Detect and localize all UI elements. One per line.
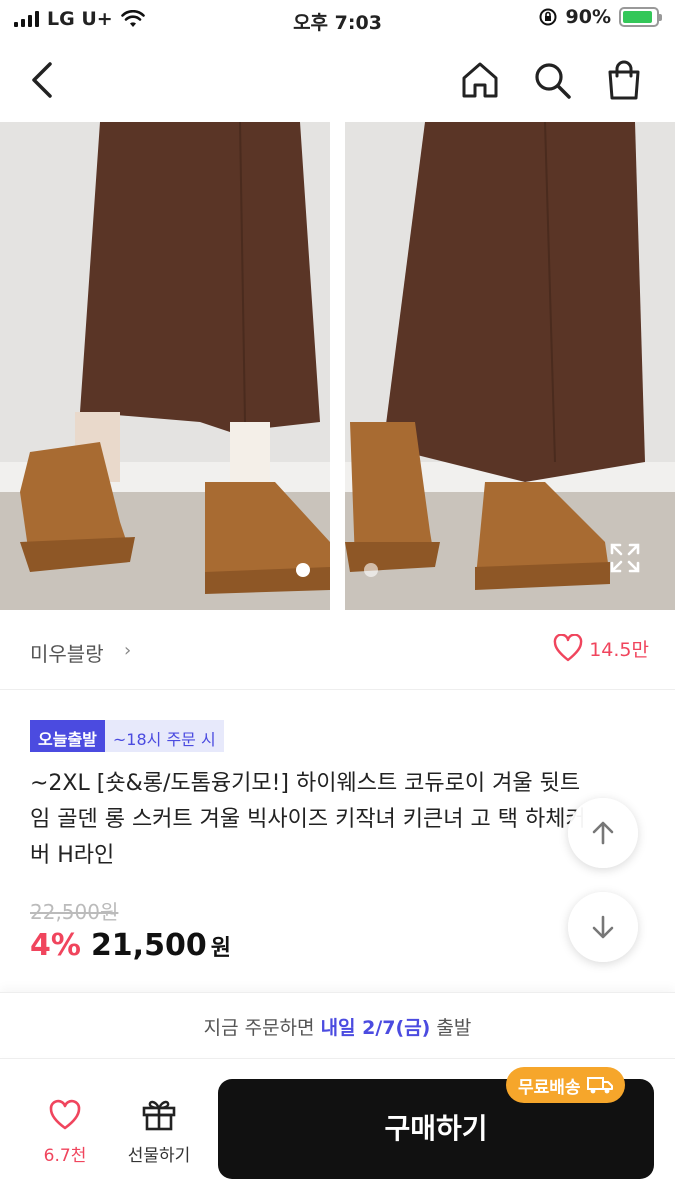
product-photo[interactable] — [0, 122, 330, 610]
scroll-down-button[interactable] — [568, 892, 638, 962]
status-right: 90% — [538, 6, 662, 28]
chevron-right-icon: › — [124, 640, 132, 661]
rotation-lock-icon — [539, 8, 557, 26]
heart-icon — [553, 634, 583, 662]
like-count: 14.5만 — [589, 638, 649, 661]
battery-icon — [619, 7, 662, 27]
chevron-left-icon[interactable] — [22, 58, 66, 102]
arrow-up-icon — [592, 821, 614, 845]
gift-icon — [142, 1100, 176, 1131]
carousel-dot[interactable] — [364, 563, 378, 577]
shipping-date: 내일 2/7(금) — [320, 1017, 431, 1039]
currency-unit: 원 — [210, 936, 231, 961]
product-gallery[interactable] — [0, 122, 675, 610]
shopping-bag-icon[interactable] — [602, 58, 646, 102]
original-price: 22,500원 — [30, 900, 119, 924]
wishlist-count: 6.7천 — [43, 1146, 87, 1166]
free-shipping-badge: 무료배송 — [506, 1067, 625, 1103]
carousel-dot-active[interactable] — [296, 563, 310, 577]
discount-rate: 4% — [30, 928, 81, 963]
top-nav — [0, 46, 675, 116]
home-icon[interactable] — [458, 58, 502, 102]
status-bar: LG U+ 오후 7:03 90% — [0, 0, 675, 40]
like-button[interactable]: 14.5만 — [553, 634, 649, 662]
scroll-up-button[interactable] — [568, 798, 638, 868]
brand-name[interactable]: 미우블랑 — [30, 638, 104, 667]
battery-percent: 90% — [565, 6, 611, 28]
product-photo[interactable] — [345, 122, 675, 610]
gift-button[interactable]: 선물하기 — [114, 1097, 204, 1166]
same-day-badge: 오늘출발 — [30, 720, 105, 752]
cutoff-badge: ~18시 주문 시 — [104, 720, 224, 752]
delivery-badges: 오늘출발 ~18시 주문 시 — [30, 720, 224, 752]
gift-label: 선물하기 — [127, 1146, 191, 1166]
product-title: ~2XL [숏&롱/도톰융기모!] 하이웨스트 코듀로이 겨울 뒷트임 골덴 롱… — [30, 771, 586, 868]
bottom-action-bar: 6.7천 선물하기 구매하기 무료배송 — [0, 1058, 675, 1200]
search-icon[interactable] — [530, 58, 574, 102]
shipping-info: 지금 주문하면 내일 2/7(금) 출발 — [0, 992, 675, 1056]
shipping-prefix: 지금 주문하면 — [203, 1017, 315, 1039]
expand-icon[interactable] — [609, 542, 641, 574]
free-shipping-label: 무료배송 — [518, 1077, 581, 1098]
wishlist-button[interactable]: 6.7천 — [30, 1099, 100, 1166]
arrow-down-icon — [592, 915, 614, 939]
brand-row[interactable]: 미우블랑 › 14.5만 — [0, 612, 675, 690]
sale-price: 21,500 — [90, 928, 207, 963]
price-row: 4% 21,500 원 — [30, 928, 231, 963]
heart-icon — [49, 1099, 81, 1130]
truck-icon — [586, 1077, 613, 1094]
shipping-suffix: 출발 — [436, 1017, 472, 1039]
